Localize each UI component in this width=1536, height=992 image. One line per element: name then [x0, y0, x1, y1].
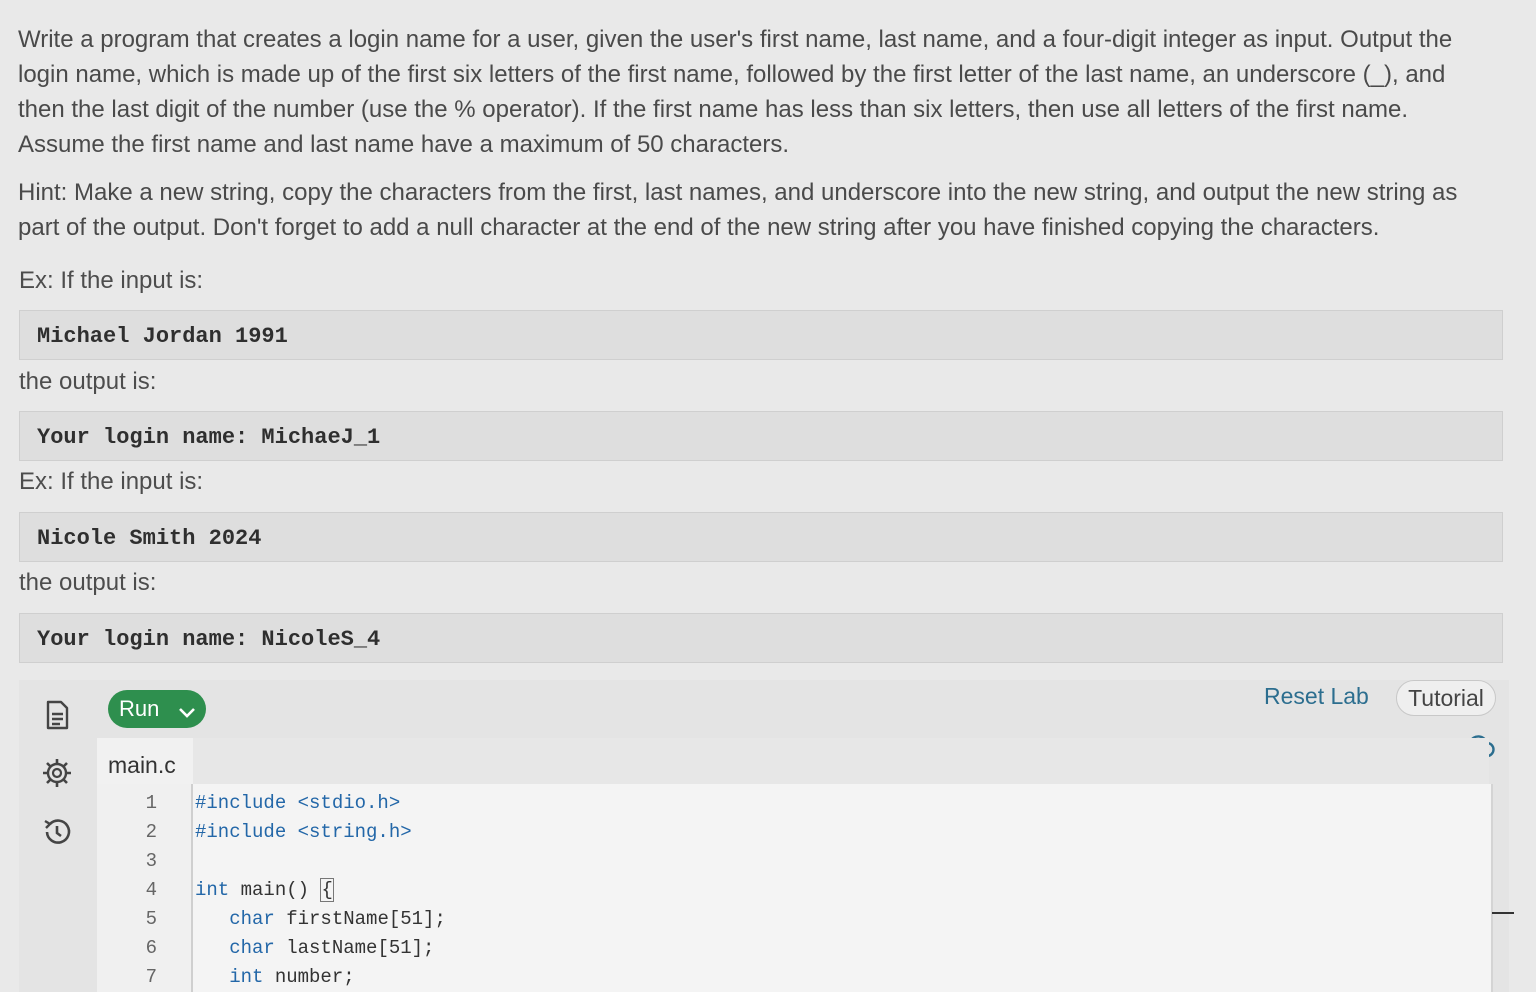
code-token: firstName[51]; — [274, 908, 446, 930]
line-number: 3 — [145, 850, 157, 872]
code-editor[interactable]: 1 #include <stdio.h> 2 #include <string.h> 3… — [97, 784, 1493, 992]
code-token: #include <string.h> — [195, 821, 412, 843]
line-number: 5 — [145, 908, 157, 930]
lab-page: Write a program that creates a login nam… — [0, 0, 1536, 992]
chevron-down-icon[interactable] — [178, 700, 196, 726]
gear-icon[interactable] — [41, 757, 73, 789]
code-token: char — [195, 937, 275, 959]
run-label: Run — [119, 696, 160, 721]
code-token: lastName[51]; — [274, 937, 435, 959]
tutorial-button[interactable]: Tutorial — [1396, 680, 1496, 716]
code-text[interactable]: #include <string.h> — [195, 821, 412, 843]
code-line[interactable]: 3 — [97, 850, 1487, 879]
example-1-input-label: Ex: If the input is: — [19, 267, 204, 294]
history-icon[interactable] — [41, 816, 73, 848]
line-number: 1 — [145, 792, 157, 814]
example-2-input-label: Ex: If the input is: — [19, 468, 204, 495]
code-token: main() — [229, 879, 321, 901]
scroll-indicator[interactable] — [1492, 912, 1514, 914]
code-text[interactable]: char firstName[51]; — [195, 908, 446, 930]
code-line[interactable]: 6 char lastName[51]; — [97, 937, 1487, 966]
line-number: 6 — [145, 937, 157, 959]
hint-text: Hint: Make a new string, copy the charac… — [18, 179, 1458, 241]
code-text[interactable]: char lastName[51]; — [195, 937, 434, 959]
code-token: #include <stdio.h> — [195, 792, 401, 814]
lab-workspace: Run Reset Lab Tutorial main.c 1 #include … — [19, 680, 1514, 992]
line-number: 7 — [145, 966, 157, 988]
code-text[interactable]: int number; — [195, 966, 355, 988]
line-number: 2 — [145, 821, 157, 843]
code-token: int — [195, 966, 264, 988]
code-token: { — [320, 878, 334, 902]
code-text[interactable]: int main() { — [195, 878, 334, 902]
code-token: int — [195, 879, 230, 901]
problem-description: Write a program that creates a login nam… — [18, 26, 1453, 158]
example-1-input: Michael Jordan 1991 — [19, 310, 1503, 360]
run-button[interactable]: Run — [108, 690, 206, 728]
example-2-output-label: the output is: — [19, 569, 157, 596]
example-1-output: Your login name: MichaeJ_1 — [19, 411, 1503, 461]
file-icon[interactable] — [41, 699, 73, 731]
code-line[interactable]: 7 int number; — [97, 966, 1487, 992]
tab-main-c[interactable]: main.c — [97, 738, 193, 784]
example-2-input: Nicole Smith 2024 — [19, 512, 1503, 562]
code-token: char — [195, 908, 275, 930]
code-line[interactable]: 4 int main() { — [97, 878, 1487, 908]
code-token: number; — [263, 966, 355, 988]
code-line[interactable]: 1 #include <stdio.h> — [97, 792, 1487, 821]
code-line[interactable]: 5 char firstName[51]; — [97, 908, 1487, 937]
example-2-output: Your login name: NicoleS_4 — [19, 613, 1503, 663]
code-line[interactable]: 2 #include <string.h> — [97, 821, 1487, 850]
code-text[interactable]: #include <stdio.h> — [195, 792, 400, 814]
reset-lab-button[interactable]: Reset Lab — [1264, 683, 1369, 710]
example-1-output-label: the output is: — [19, 368, 157, 395]
editor-tab-bar — [193, 738, 1489, 784]
line-number: 4 — [145, 879, 157, 901]
